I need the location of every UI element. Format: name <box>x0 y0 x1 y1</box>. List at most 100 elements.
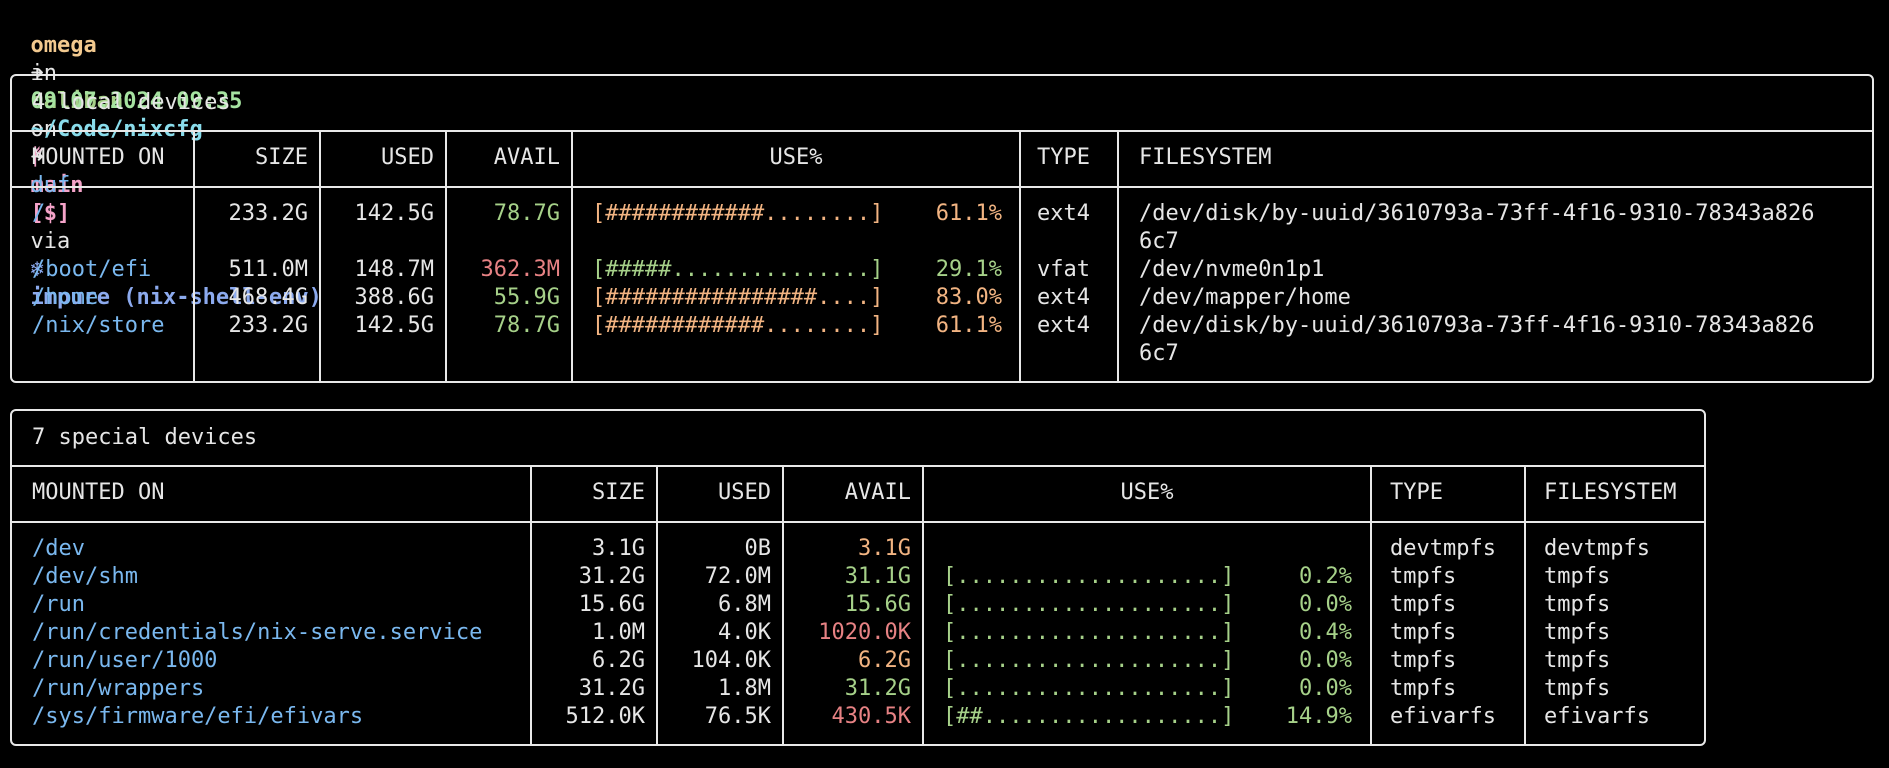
size-value: 15.6G <box>578 592 645 617</box>
fs-type: ext4 <box>1037 313 1090 338</box>
usage-bar: [....................] <box>943 648 1235 673</box>
used-value: 388.6G <box>354 285 434 310</box>
mount-point: /nix/store <box>32 313 165 338</box>
avail-value: 31.2G <box>844 676 911 701</box>
fs-type: tmpfs <box>1390 648 1457 673</box>
mount-point: /sys/firmware/efi/efivars <box>32 704 364 729</box>
avail-value: 15.6G <box>844 592 911 617</box>
header-type: TYPE <box>1390 480 1443 505</box>
usage-percent: 14.9% <box>1285 704 1352 729</box>
filesystem: efivarfs <box>1544 704 1650 729</box>
divider <box>12 521 1704 523</box>
mount-point: /run/credentials/nix-serve.service <box>32 620 483 645</box>
fs-type: tmpfs <box>1390 676 1457 701</box>
column-divider <box>530 465 532 744</box>
local-devices-panel: 4 local devices MOUNTED ON SIZE USED AVA… <box>10 74 1874 383</box>
mount-point: /run/user/1000 <box>32 648 218 673</box>
header-mounted-on: MOUNTED ON <box>32 480 165 505</box>
mount-point: /dev <box>32 536 85 561</box>
fs-type: tmpfs <box>1390 564 1457 589</box>
header-size: SIZE <box>255 145 308 170</box>
column-divider <box>193 130 195 381</box>
column-divider <box>656 465 658 744</box>
usage-percent: 0.0% <box>1299 648 1352 673</box>
mount-point: /run/wrappers <box>32 676 205 701</box>
header-size: SIZE <box>592 480 645 505</box>
usage-bar: [#####...............] <box>592 257 884 282</box>
size-value: 1.0M <box>592 620 645 645</box>
avail-value: 362.3M <box>480 257 560 282</box>
usage-bar: [....................] <box>943 620 1235 645</box>
size-value: 31.2G <box>578 564 645 589</box>
filesystem: tmpfs <box>1544 620 1611 645</box>
avail-value: 430.5K <box>831 704 911 729</box>
avail-value: 6.2G <box>858 648 911 673</box>
header-used: USED <box>381 145 434 170</box>
used-value: 1.8M <box>718 676 771 701</box>
usage-bar: [....................] <box>943 676 1235 701</box>
size-value: 3.1G <box>592 536 645 561</box>
header-use-percent: USE% <box>769 145 823 170</box>
column-divider <box>1019 130 1021 381</box>
fs-type: vfat <box>1037 257 1090 282</box>
filesystem: /dev/nvme0n1p1 <box>1139 257 1325 282</box>
used-value: 6.8M <box>718 592 771 617</box>
usage-percent: 29.1% <box>935 257 1002 282</box>
fs-type: ext4 <box>1037 201 1090 226</box>
filesystem: devtmpfs <box>1544 536 1650 561</box>
used-value: 142.5G <box>354 201 434 226</box>
filesystem-wrap: 6c7 <box>1139 229 1179 254</box>
fs-type: tmpfs <box>1390 592 1457 617</box>
avail-value: 1020.0K <box>818 620 911 645</box>
avail-value: 78.7G <box>493 313 560 338</box>
fs-type: efivarfs <box>1390 704 1496 729</box>
usage-percent: 0.0% <box>1299 592 1352 617</box>
used-value: 4.0K <box>718 620 771 645</box>
avail-value: 55.9G <box>493 285 560 310</box>
fs-type: tmpfs <box>1390 620 1457 645</box>
size-value: 511.0M <box>228 257 308 282</box>
usage-bar: [############........] <box>592 201 884 226</box>
header-used: USED <box>718 480 771 505</box>
filesystem: tmpfs <box>1544 676 1611 701</box>
usage-percent: 0.4% <box>1299 620 1352 645</box>
size-value: 512.0K <box>565 704 645 729</box>
usage-percent: 61.1% <box>935 201 1002 226</box>
header-type: TYPE <box>1037 145 1090 170</box>
avail-value: 31.1G <box>844 564 911 589</box>
special-devices-title: 7 special devices <box>32 425 258 450</box>
usage-percent: 0.2% <box>1299 564 1352 589</box>
used-value: 142.5G <box>354 313 434 338</box>
avail-value: 3.1G <box>858 536 911 561</box>
filesystem: /dev/disk/by-uuid/3610793a-73ff-4f16-931… <box>1139 313 1815 338</box>
filesystem: tmpfs <box>1544 564 1611 589</box>
mount-point: /boot/efi <box>32 257 152 282</box>
used-value: 72.0M <box>704 564 771 589</box>
usage-percent: 83.0% <box>935 285 1002 310</box>
filesystem-wrap: 6c7 <box>1139 341 1179 366</box>
mount-point: /run <box>32 592 85 617</box>
filesystem: /dev/disk/by-uuid/3610793a-73ff-4f16-931… <box>1139 201 1815 226</box>
column-divider <box>1524 465 1526 744</box>
header-filesystem: FILESYSTEM <box>1544 480 1677 505</box>
column-divider <box>1117 130 1119 381</box>
size-value: 233.2G <box>228 313 308 338</box>
mount-point: /dev/shm <box>32 564 138 589</box>
divider <box>12 130 1872 132</box>
filesystem: tmpfs <box>1544 648 1611 673</box>
size-value: 31.2G <box>578 676 645 701</box>
filesystem: tmpfs <box>1544 592 1611 617</box>
usage-percent: 0.0% <box>1299 676 1352 701</box>
mount-point: / <box>32 201 46 226</box>
mount-point: /home <box>32 285 99 310</box>
fs-type: ext4 <box>1037 285 1090 310</box>
usage-bar: [....................] <box>943 592 1235 617</box>
column-divider <box>1370 465 1372 744</box>
local-devices-title: 4 local devices <box>32 90 231 115</box>
size-value: 6.2G <box>592 648 645 673</box>
used-value: 0B <box>744 536 772 561</box>
prompt-line-1: omega in caliban on ᚠ main [$] via ❄ imp… <box>4 4 322 310</box>
column-divider <box>445 130 447 381</box>
used-value: 76.5K <box>704 704 771 729</box>
header-filesystem: FILESYSTEM <box>1139 145 1272 170</box>
